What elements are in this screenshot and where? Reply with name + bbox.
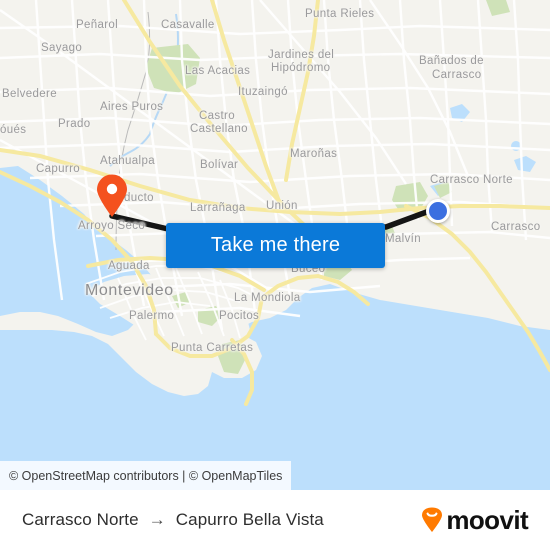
route-summary: Carrasco Norte → Capurro Bella Vista	[22, 510, 324, 530]
route-origin: Carrasco Norte	[22, 510, 139, 529]
app-root: Peñarol Casavalle Punta Rieles Sayago Jardin…	[0, 0, 550, 550]
arrow-right-icon: →	[148, 510, 166, 529]
moovit-pin-icon	[422, 507, 443, 532]
route-destination: Capurro Bella Vista	[175, 510, 324, 529]
destination-dot-marker[interactable]	[426, 199, 450, 223]
map-attribution[interactable]: © OpenStreetMap contributors | © OpenMap…	[0, 461, 292, 490]
take-me-there-button[interactable]: Take me there	[166, 223, 385, 268]
map-pin-icon	[97, 174, 127, 217]
origin-pin-marker[interactable]	[95, 174, 129, 218]
moovit-logo[interactable]: moovit	[419, 504, 529, 536]
moovit-wordmark: moovit	[446, 504, 528, 535]
footer-bar: Carrasco Norte → Capurro Bella Vista moo…	[0, 490, 550, 550]
map-canvas[interactable]: Peñarol Casavalle Punta Rieles Sayago Jardin…	[0, 0, 550, 490]
